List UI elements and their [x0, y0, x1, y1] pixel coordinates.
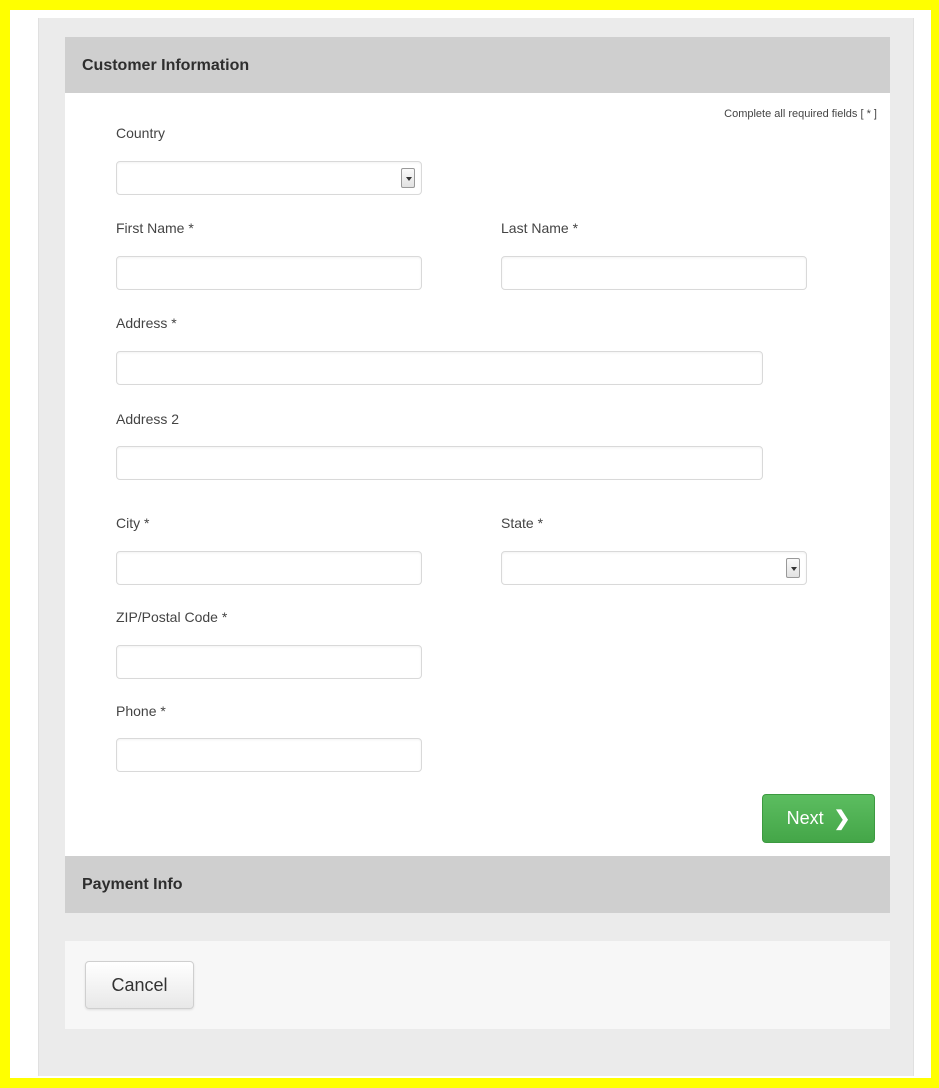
country-select[interactable]	[116, 161, 422, 195]
zip-label: ZIP/Postal Code *	[116, 609, 228, 625]
country-label: Country	[116, 125, 166, 141]
form-actions: Cancel	[65, 941, 890, 1029]
phone-label: Phone *	[116, 703, 166, 719]
address2-label: Address 2	[116, 411, 180, 427]
customer-info-title: Customer Information	[82, 57, 250, 74]
city-input[interactable]	[116, 551, 422, 585]
address-input[interactable]	[116, 351, 763, 385]
state-label: State *	[501, 515, 544, 531]
address-label: Address *	[116, 315, 177, 331]
phone-input[interactable]	[116, 738, 422, 772]
first-name-input[interactable]	[116, 256, 422, 290]
last-name-label: Last Name *	[501, 220, 579, 236]
dropdown-arrow-icon	[786, 558, 800, 578]
city-label: City *	[116, 515, 150, 531]
next-button-label: Next	[786, 808, 824, 828]
last-name-input[interactable]	[501, 256, 807, 290]
state-select[interactable]	[501, 551, 807, 585]
next-button[interactable]: Next ❯	[762, 794, 875, 843]
dropdown-arrow-icon	[401, 168, 415, 188]
cancel-button-label: Cancel	[111, 974, 168, 995]
customer-info-header[interactable]: Customer Information	[65, 37, 890, 94]
address2-input[interactable]	[116, 446, 763, 480]
zip-input[interactable]	[116, 645, 422, 679]
payment-info-title: Payment Info	[82, 876, 183, 893]
first-name-label: First Name *	[116, 220, 194, 236]
customer-info-panel: Complete all required fields [ * ] Count…	[65, 93, 890, 856]
chevron-right-icon: ❯	[833, 808, 851, 830]
payment-info-header[interactable]: Payment Info	[65, 856, 890, 913]
required-fields-note: Complete all required fields [ * ]	[724, 108, 877, 120]
cancel-button[interactable]: Cancel	[85, 961, 194, 1009]
